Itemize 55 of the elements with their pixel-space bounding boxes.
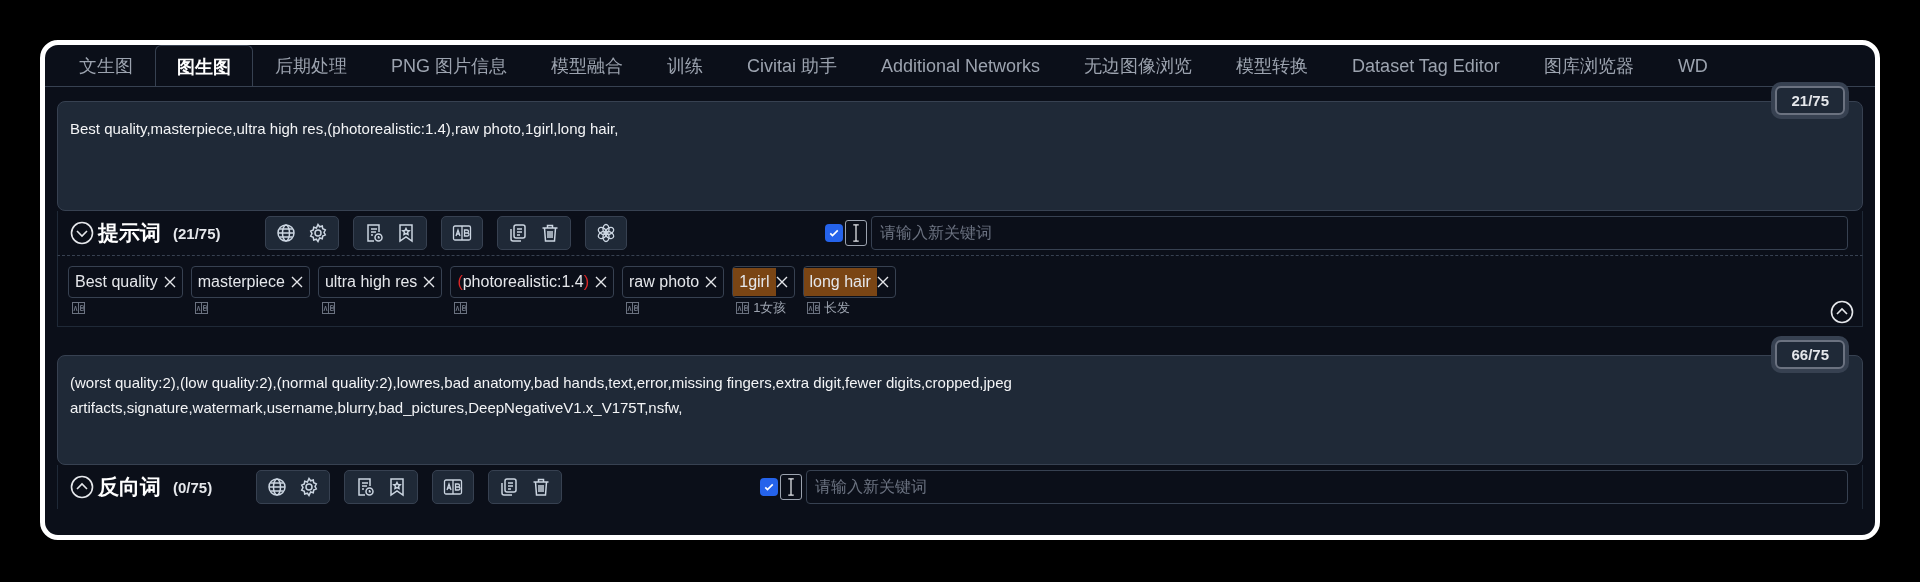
text-cursor-icon[interactable]	[844, 220, 867, 246]
translate-icon[interactable]	[72, 302, 85, 314]
tag-chip[interactable]: 1girl	[732, 266, 795, 298]
keyword-input[interactable]: 请输入新关键词	[870, 216, 1848, 250]
section-title: 提示词	[98, 220, 161, 246]
checkbox[interactable]	[824, 224, 843, 242]
check-icon	[827, 227, 840, 239]
keyword-input[interactable]: 请输入新关键词	[806, 470, 1848, 504]
tab[interactable]: 图库浏览器	[1521, 45, 1656, 86]
translate-icon[interactable]	[194, 302, 208, 314]
section-title: 反向词	[98, 474, 161, 500]
tag-chip[interactable]: masterpiece	[190, 266, 310, 298]
globe-icon[interactable]	[267, 477, 288, 497]
translate-icon[interactable]	[626, 302, 639, 314]
tab[interactable]: Dataset Tag Editor	[1330, 45, 1522, 86]
tab[interactable]: 文生图	[57, 45, 155, 86]
token-count: (21/75)	[173, 224, 221, 242]
translate-icon[interactable]	[454, 302, 468, 314]
swap-icon[interactable]	[443, 477, 464, 497]
tag-chip[interactable]: ultra high res	[317, 266, 443, 298]
tag-chip[interactable]: (photorealistic:1.4)	[450, 266, 614, 298]
tab[interactable]: Civitai 助手	[725, 45, 860, 86]
history-icon[interactable]	[355, 477, 376, 497]
tag-chip[interactable]: long hair	[802, 266, 896, 298]
tab[interactable]: PNG 图片信息	[369, 45, 529, 86]
tab[interactable]: 图生图	[155, 45, 253, 86]
check-icon	[763, 481, 776, 493]
copy-icon[interactable]	[499, 477, 520, 497]
tab[interactable]: WD	[1655, 45, 1730, 86]
chevron-down-icon[interactable]	[70, 221, 94, 245]
translate-icon[interactable]	[806, 302, 820, 314]
checkbox[interactable]	[760, 478, 779, 496]
globe-icon[interactable]	[275, 223, 296, 243]
tab[interactable]: 无边图像浏览	[1062, 45, 1215, 86]
translate-icon[interactable]	[321, 302, 335, 314]
tab[interactable]: Additional Networks	[859, 45, 1063, 86]
chevron-up-icon[interactable]	[1830, 300, 1854, 324]
text-cursor-icon[interactable]	[780, 474, 803, 500]
tab[interactable]: 训练	[645, 45, 725, 86]
tag-translation: 1女孩	[753, 299, 787, 317]
settings-icon[interactable]	[299, 477, 320, 497]
chevron-up-icon[interactable]	[70, 475, 94, 499]
tab[interactable]: 模型融合	[529, 45, 645, 86]
tag-chip[interactable]: raw photo	[622, 266, 725, 298]
swap-icon[interactable]	[451, 223, 472, 243]
translate-icon[interactable]	[736, 302, 750, 314]
tag-translation: 长发	[823, 299, 850, 317]
tab[interactable]: 后期处理	[253, 45, 369, 86]
tab[interactable]: 模型转换	[1214, 45, 1331, 86]
copy-icon[interactable]	[507, 223, 528, 243]
tag-chip[interactable]: Best quality	[68, 266, 183, 298]
knot-icon[interactable]	[595, 223, 616, 243]
token-count: (0/75)	[173, 478, 213, 496]
settings-icon[interactable]	[307, 223, 328, 243]
trash-icon[interactable]	[531, 477, 552, 497]
